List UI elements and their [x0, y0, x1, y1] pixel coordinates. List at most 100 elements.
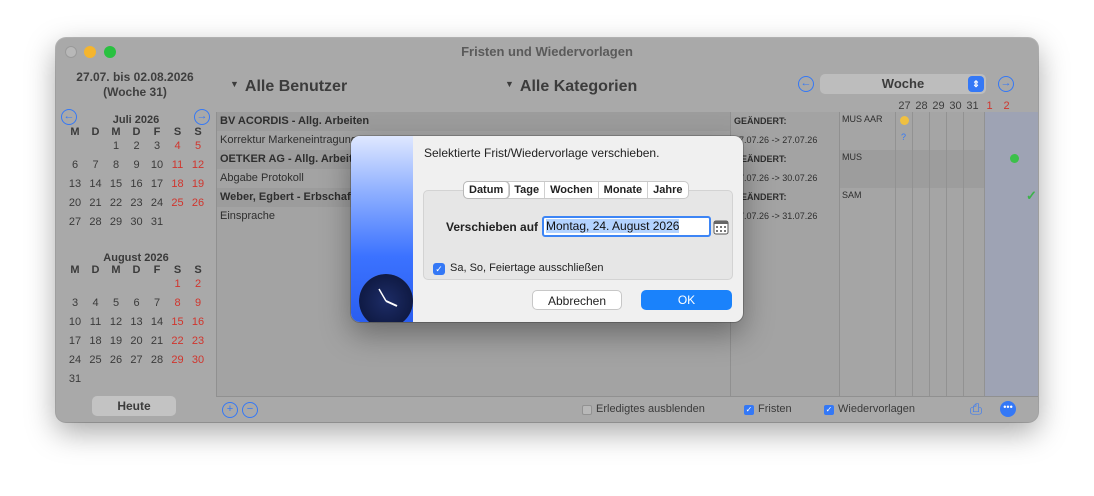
- ok-button[interactable]: OK: [641, 290, 732, 310]
- calendar-day[interactable]: 14: [86, 178, 106, 190]
- calendar-day[interactable]: 2: [188, 278, 208, 290]
- calendar-day[interactable]: 19: [188, 178, 208, 190]
- hide-done-checkbox[interactable]: [582, 405, 592, 415]
- calendar-day[interactable]: 11: [168, 159, 188, 171]
- prev-period-arrow-icon[interactable]: ←: [798, 76, 814, 92]
- calendar-day[interactable]: 23: [188, 335, 208, 347]
- calendar-day[interactable]: 16: [188, 316, 208, 328]
- calendar-day[interactable]: 17: [147, 178, 167, 190]
- month-title: Juli 2026: [112, 114, 160, 126]
- calendar-day[interactable]: 28: [147, 354, 167, 366]
- today-button[interactable]: Heute: [92, 396, 176, 416]
- calendar-day[interactable]: 7: [86, 159, 106, 171]
- calendar-day[interactable]: 20: [65, 197, 85, 209]
- calendar-day[interactable]: 6: [65, 159, 85, 171]
- fristen-checkbox[interactable]: ✓: [744, 405, 754, 415]
- calendar-day[interactable]: 1: [106, 140, 126, 152]
- date-input[interactable]: Montag, 24. August 2026: [542, 216, 711, 237]
- calendar-day[interactable]: 6: [127, 297, 147, 309]
- wiedervorlagen-checkbox[interactable]: ✓: [824, 405, 834, 415]
- calendar-day[interactable]: 4: [86, 297, 106, 309]
- calendar-day[interactable]: 1: [168, 278, 188, 290]
- close-window-button[interactable]: [65, 46, 77, 58]
- calendar-day[interactable]: 28: [86, 216, 106, 228]
- users-popup[interactable]: ▼ Alle Benutzer: [230, 78, 347, 96]
- calendar-day[interactable]: 30: [127, 216, 147, 228]
- group-row[interactable]: BV ACORDIS - Allg. Arbeiten: [217, 112, 731, 131]
- add-icon[interactable]: +: [222, 402, 238, 418]
- calendar-day[interactable]: 26: [188, 197, 208, 209]
- calendar-day[interactable]: 16: [127, 178, 147, 190]
- remove-icon[interactable]: −: [242, 402, 258, 418]
- calendar-day[interactable]: 22: [168, 335, 188, 347]
- calendar-day[interactable]: 12: [106, 316, 126, 328]
- calendar-day[interactable]: 25: [86, 354, 106, 366]
- calendar-day[interactable]: 18: [168, 178, 188, 190]
- calendar-day[interactable]: 29: [168, 354, 188, 366]
- calendar-day[interactable]: 17: [65, 335, 85, 347]
- calendar-day[interactable]: 20: [127, 335, 147, 347]
- calendar-day[interactable]: 2: [127, 140, 147, 152]
- calendar-day[interactable]: 24: [65, 354, 85, 366]
- calendar-day[interactable]: 9: [188, 297, 208, 309]
- calendar-day[interactable]: 26: [106, 354, 126, 366]
- calendar-day[interactable]: 13: [127, 316, 147, 328]
- categories-popup[interactable]: ▼ Alle Kategorien: [505, 78, 637, 96]
- calendar-day[interactable]: 19: [106, 335, 126, 347]
- tab-tage[interactable]: Tage: [509, 182, 546, 198]
- tab-monate[interactable]: Monate: [599, 182, 649, 198]
- calendar-icon[interactable]: [713, 219, 729, 235]
- next-month-arrow-icon[interactable]: →: [194, 109, 210, 125]
- calendar-day[interactable]: 10: [65, 316, 85, 328]
- calendar-day[interactable]: 3: [65, 297, 85, 309]
- calendar-day[interactable]: 29: [106, 216, 126, 228]
- calendar-day[interactable]: 9: [127, 159, 147, 171]
- minimize-window-button[interactable]: [84, 46, 96, 58]
- view-select[interactable]: Woche ⇕: [820, 74, 986, 94]
- calendar-day[interactable]: 27: [127, 354, 147, 366]
- dialog-side-image: [351, 136, 413, 322]
- next-period-arrow-icon[interactable]: →: [998, 76, 1014, 92]
- calendar-day[interactable]: 14: [147, 316, 167, 328]
- tab-wochen[interactable]: Wochen: [545, 182, 599, 198]
- calendar-day[interactable]: 4: [168, 140, 188, 152]
- calendar-day[interactable]: 7: [147, 297, 167, 309]
- print-icon[interactable]: ⎙: [970, 401, 982, 418]
- calendar-day[interactable]: 21: [86, 197, 106, 209]
- tab-datum[interactable]: Datum: [464, 182, 510, 198]
- calendar-day[interactable]: 5: [188, 140, 208, 152]
- user-initials: SAM: [842, 190, 862, 200]
- calendar-day[interactable]: 13: [65, 178, 85, 190]
- calendar-day[interactable]: 23: [127, 197, 147, 209]
- weekday-header: D: [91, 126, 100, 138]
- calendar-day[interactable]: 8: [106, 159, 126, 171]
- weekday-header: D: [132, 126, 141, 138]
- calendar-day[interactable]: 8: [168, 297, 188, 309]
- calendar-day[interactable]: 3: [147, 140, 167, 152]
- calendar-day[interactable]: 25: [168, 197, 188, 209]
- bottom-bar: + − Erledigtes ausblenden ✓ Fristen ✓ Wi…: [216, 396, 1038, 422]
- prev-month-arrow-icon[interactable]: ←: [61, 109, 77, 125]
- question-mark: ?: [901, 132, 907, 142]
- calendar-day[interactable]: 22: [106, 197, 126, 209]
- calendar-day[interactable]: 31: [147, 216, 167, 228]
- more-options-icon[interactable]: •••: [1000, 401, 1016, 417]
- calendar-day[interactable]: 24: [147, 197, 167, 209]
- calendar-day[interactable]: 31: [65, 373, 85, 385]
- calendar-day[interactable]: 30: [188, 354, 208, 366]
- calendar-day[interactable]: 18: [86, 335, 106, 347]
- calendar-day[interactable]: 27: [65, 216, 85, 228]
- date-range: 27.07. bis 02.08.2026 (Woche 31): [64, 70, 206, 100]
- calendar-day[interactable]: 12: [188, 159, 208, 171]
- cancel-button[interactable]: Abbrechen: [532, 290, 622, 310]
- zoom-window-button[interactable]: [104, 46, 116, 58]
- calendar-day[interactable]: 10: [147, 159, 167, 171]
- calendar-day[interactable]: 15: [106, 178, 126, 190]
- tab-jahre[interactable]: Jahre: [648, 182, 687, 198]
- calendar-day[interactable]: 21: [147, 335, 167, 347]
- calendar-day[interactable]: 5: [106, 297, 126, 309]
- exclude-weekends-checkbox[interactable]: ✓: [433, 263, 445, 275]
- title-bar: Fristen und Wiedervorlagen: [56, 38, 1038, 66]
- calendar-day[interactable]: 11: [86, 316, 106, 328]
- calendar-day[interactable]: 15: [168, 316, 188, 328]
